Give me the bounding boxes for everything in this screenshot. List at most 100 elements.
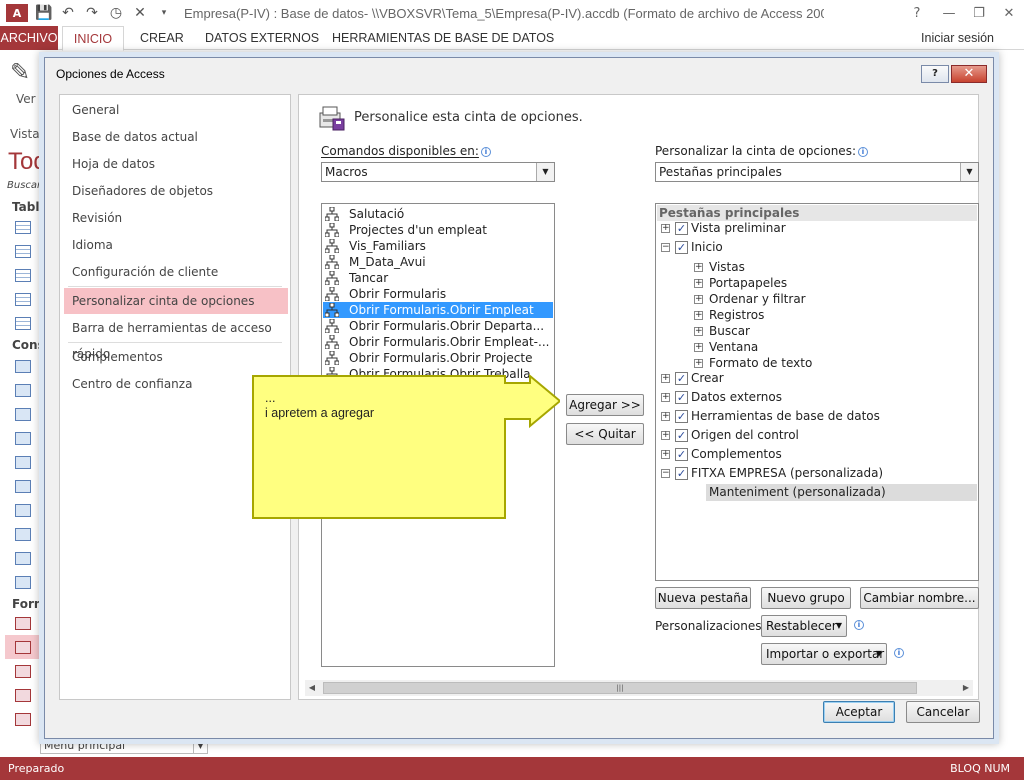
nav-section-queries[interactable]: Cons	[12, 338, 45, 352]
close-object-icon[interactable]: ✕	[128, 0, 152, 26]
expand-icon[interactable]: +	[694, 327, 703, 336]
checkbox-checked-icon[interactable]: ✓	[675, 448, 688, 461]
tree-group-item[interactable]: + Ventana	[656, 339, 976, 356]
scroll-right-icon[interactable]: ▶	[959, 680, 973, 696]
collapse-icon[interactable]: −	[661, 469, 670, 478]
form-icon[interactable]	[15, 617, 31, 630]
tree-node-crear[interactable]: + ✓ Crear	[656, 370, 976, 387]
tree-node-complementos[interactable]: + ✓ Complementos	[656, 446, 976, 463]
close-window-icon[interactable]: ✕	[994, 0, 1024, 26]
customize-qat-icon[interactable]: ▾	[152, 0, 176, 26]
dialog-close-button[interactable]: ✕	[951, 65, 987, 83]
category-object-designers[interactable]: Diseñadores de objetos	[60, 178, 290, 204]
import-export-dropdown[interactable]: Importar o exportar ▼	[761, 643, 887, 665]
macro-run-icon[interactable]: ◷	[104, 0, 128, 26]
category-proofing[interactable]: Revisión	[60, 205, 290, 231]
new-tab-button[interactable]: Nueva pestaña	[655, 587, 751, 609]
scroll-left-icon[interactable]: ◀	[305, 680, 319, 696]
category-datasheet[interactable]: Hoja de datos	[60, 151, 290, 177]
form-icon[interactable]	[15, 641, 31, 654]
form-icon[interactable]	[15, 665, 31, 678]
tree-group-item[interactable]: + Vistas	[656, 259, 976, 276]
command-item[interactable]: Vis_Familiars	[323, 238, 553, 254]
command-item[interactable]: Obrir Formularis.Obrir Projecte	[323, 350, 553, 366]
table-icon[interactable]	[15, 317, 31, 330]
query-icon[interactable]	[15, 456, 31, 469]
horizontal-scrollbar[interactable]: ◀ ||| ▶	[305, 680, 973, 696]
checkbox-checked-icon[interactable]: ✓	[675, 222, 688, 235]
tree-node-inicio[interactable]: − ✓ Inicio	[656, 239, 976, 256]
tab-herramientas[interactable]: HERRAMIENTAS DE BASE DE DATOS	[332, 26, 554, 50]
checkbox-checked-icon[interactable]: ✓	[675, 429, 688, 442]
redo-icon[interactable]: ↷	[80, 0, 104, 26]
command-item[interactable]: Tancar	[323, 270, 553, 286]
expand-icon[interactable]: +	[694, 295, 703, 304]
tree-group-item[interactable]: + Portapapeles	[656, 275, 976, 292]
expand-icon[interactable]: +	[694, 343, 703, 352]
ribbon-tree[interactable]: Pestañas principales + ✓ Vista prelimina…	[655, 203, 979, 581]
tree-group-item[interactable]: + Registros	[656, 307, 976, 324]
restore-icon[interactable]: ❐	[964, 0, 994, 26]
help-icon[interactable]: ?	[902, 0, 932, 26]
rename-button[interactable]: Cambiar nombre...	[860, 587, 979, 609]
ok-button[interactable]: Aceptar	[823, 701, 895, 723]
info-icon[interactable]: i	[858, 147, 868, 157]
save-icon[interactable]: 💾	[32, 0, 56, 26]
category-quick-access-toolbar[interactable]: Barra de herramientas de acceso rápido	[60, 315, 290, 361]
query-icon[interactable]	[15, 504, 31, 517]
command-item[interactable]: Obrir Formularis.Obrir Departa...	[323, 318, 553, 334]
nav-search-input[interactable]: Buscar...	[7, 180, 50, 191]
query-icon[interactable]	[15, 552, 31, 565]
tree-group-item[interactable]: + Buscar	[656, 323, 976, 340]
category-language[interactable]: Idioma	[60, 232, 290, 258]
command-item[interactable]: M_Data_Avui	[323, 254, 553, 270]
info-icon[interactable]: i	[894, 648, 904, 658]
query-icon[interactable]	[15, 528, 31, 541]
customize-ribbon-combo[interactable]: Pestañas principales ▼	[655, 162, 979, 182]
form-icon[interactable]	[15, 689, 31, 702]
expand-icon[interactable]: +	[661, 224, 670, 233]
expand-icon[interactable]: +	[661, 450, 670, 459]
table-icon[interactable]	[15, 245, 31, 258]
chevron-down-icon[interactable]: ▼	[193, 739, 207, 753]
checkbox-checked-icon[interactable]: ✓	[675, 372, 688, 385]
category-current-database[interactable]: Base de datos actual	[60, 124, 290, 150]
view-label[interactable]: Ver	[16, 92, 36, 106]
chevron-down-icon[interactable]: ▼	[960, 163, 978, 181]
table-icon[interactable]	[15, 293, 31, 306]
command-item[interactable]: Obrir Formularis.Obrir Empleat-...	[323, 334, 553, 350]
collapse-icon[interactable]: −	[661, 243, 670, 252]
tree-node-fitxa-empresa[interactable]: − ✓ FITXA EMPRESA (personalizada)	[656, 465, 976, 482]
table-icon[interactable]	[15, 269, 31, 282]
tab-archivo[interactable]: ARCHIVO	[0, 26, 58, 50]
expand-icon[interactable]: +	[661, 393, 670, 402]
expand-icon[interactable]: +	[694, 279, 703, 288]
query-icon[interactable]	[15, 576, 31, 589]
category-general[interactable]: General	[60, 97, 290, 123]
tab-datos-externos[interactable]: DATOS EXTERNOS	[205, 26, 319, 50]
query-icon[interactable]	[15, 480, 31, 493]
tab-inicio[interactable]: INICIO	[62, 26, 124, 51]
expand-icon[interactable]: +	[694, 311, 703, 320]
expand-icon[interactable]: +	[694, 263, 703, 272]
tree-node-manteniment[interactable]: Manteniment (personalizada)	[709, 484, 969, 501]
command-item[interactable]: Salutació	[323, 206, 553, 222]
expand-icon[interactable]: +	[661, 374, 670, 383]
command-item[interactable]: Projectes d'un empleat	[323, 222, 553, 238]
table-icon[interactable]	[15, 221, 31, 234]
query-icon[interactable]	[15, 360, 31, 373]
query-icon[interactable]	[15, 432, 31, 445]
scrollbar-thumb[interactable]: |||	[323, 682, 917, 694]
tree-node-vista-preliminar[interactable]: + ✓ Vista preliminar	[656, 220, 976, 237]
command-item[interactable]: Obrir Formularis.Obrir Empleat	[323, 302, 553, 318]
category-add-ins[interactable]: Complementos	[60, 344, 290, 370]
remove-button[interactable]: << Quitar	[566, 423, 644, 445]
nav-section-tables[interactable]: Tabla	[12, 200, 48, 214]
dialog-help-button[interactable]: ?	[921, 65, 949, 83]
tab-crear[interactable]: CREAR	[140, 26, 184, 50]
category-customize-ribbon[interactable]: Personalizar cinta de opciones	[64, 288, 288, 314]
tree-group-item[interactable]: + Ordenar y filtrar	[656, 291, 976, 308]
checkbox-checked-icon[interactable]: ✓	[675, 467, 688, 480]
cancel-button[interactable]: Cancelar	[906, 701, 980, 723]
main-menu-select[interactable]: Menú principal ▼	[40, 738, 208, 754]
